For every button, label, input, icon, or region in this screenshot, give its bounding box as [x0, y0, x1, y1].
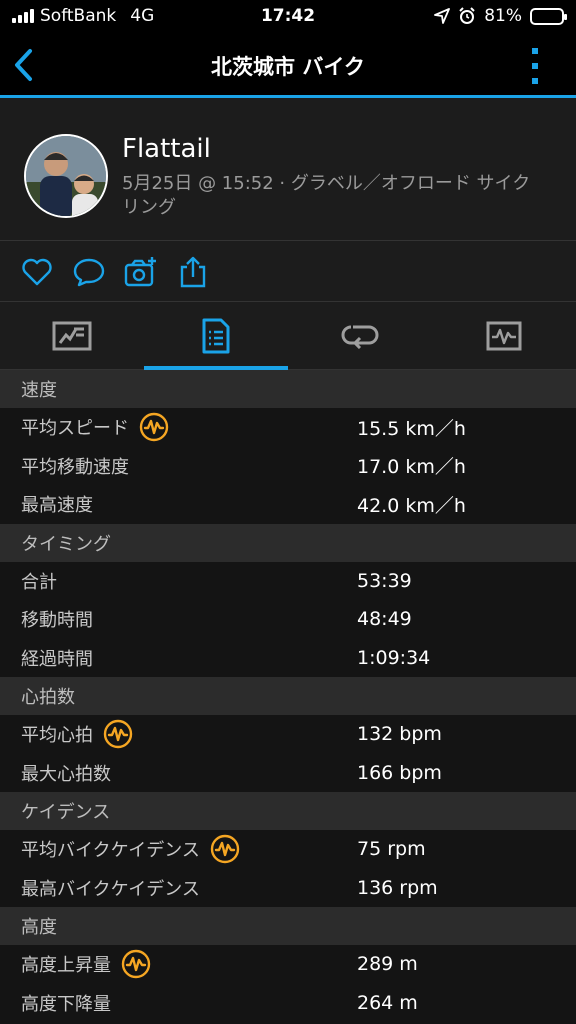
share-icon[interactable] — [176, 255, 210, 289]
stat-value: 17.0 km／h — [357, 456, 466, 479]
stat-label: 平均バイクケイデンス — [21, 834, 240, 864]
more-menu-button[interactable] — [532, 48, 540, 84]
stat-label-text: 移動時間 — [21, 610, 93, 632]
comment-icon[interactable] — [72, 255, 106, 289]
stat-label-text: 平均スピード — [21, 418, 129, 440]
connect-iq-badge-icon[interactable] — [121, 949, 151, 979]
more-dot-icon — [532, 78, 538, 84]
stat-value: 75 rpm — [357, 838, 426, 861]
laps-loop-icon — [341, 325, 379, 349]
map-overview-icon — [52, 321, 92, 351]
heart-icon[interactable] — [20, 255, 54, 289]
activity-meta: 5月25日 @ 15:52 · グラベル／オフロード サイクリング — [122, 173, 531, 218]
stat-value: 1:09:34 — [357, 646, 431, 669]
connect-iq-badge-icon[interactable] — [210, 834, 240, 864]
stat-row: 高度上昇量 289 m — [0, 945, 576, 984]
section-header: タイミング — [0, 523, 576, 562]
stat-row: 合計 53:39 — [0, 561, 576, 600]
stat-label: 最高バイクケイデンス — [21, 875, 200, 901]
stat-label: 高度下降量 — [21, 990, 111, 1016]
tab-charts[interactable] — [432, 302, 576, 370]
section-header: ケイデンス — [0, 792, 576, 830]
stat-row: 平均移動速度 17.0 km／h — [0, 446, 576, 485]
stat-value: 166 bpm — [357, 761, 442, 784]
stat-label-text: 高度上昇量 — [21, 955, 111, 977]
connect-iq-badge-icon[interactable] — [103, 719, 133, 749]
stat-label: 移動時間 — [21, 606, 93, 632]
stats-list: 速度平均スピード 15.5 km／h 平均移動速度 17.0 km／h 最高速度 42.0… — [0, 370, 576, 1022]
stat-label-text: 最大心拍数 — [21, 763, 111, 785]
stat-label-text: 平均心拍 — [21, 725, 93, 747]
stat-row: 高度下降量 264 m — [0, 983, 576, 1022]
stat-row: 最高速度 42.0 km／h — [0, 485, 576, 524]
section-header: 速度 — [0, 370, 576, 408]
stat-label-text: 平均バイクケイデンス — [21, 840, 200, 862]
stat-row: 平均心拍 132 bpm — [0, 715, 576, 754]
section-header: 高度 — [0, 907, 576, 945]
tab-stats[interactable] — [144, 302, 288, 370]
nav-bar: 北茨城市 バイク — [0, 34, 576, 98]
stat-label-text: 合計 — [21, 571, 57, 593]
stat-value: 264 m — [357, 991, 418, 1014]
chart-icon — [486, 321, 522, 351]
location-arrow-icon — [434, 8, 451, 24]
status-right: 81% — [434, 6, 567, 26]
stat-value: 289 m — [357, 953, 418, 976]
stat-label: 平均スピード — [21, 412, 169, 442]
connect-iq-badge-icon[interactable] — [139, 412, 169, 442]
user-name[interactable]: Flattail — [122, 134, 211, 164]
stat-label-text: 平均移動速度 — [21, 456, 129, 478]
activity-tabs — [0, 302, 576, 370]
stat-label-text: 高度下降量 — [21, 993, 111, 1015]
page-title: 北茨城市 バイク — [211, 55, 365, 79]
avatar[interactable] — [24, 134, 108, 218]
avatar-photo — [26, 136, 106, 216]
tab-laps[interactable] — [288, 302, 432, 370]
social-actions — [0, 241, 576, 302]
stat-value: 42.0 km／h — [357, 494, 466, 517]
stat-row: 最大心拍数 166 bpm — [0, 753, 576, 792]
stat-label: 最大心拍数 — [21, 760, 111, 786]
stat-label: 高度上昇量 — [21, 949, 151, 979]
more-dot-icon — [532, 48, 538, 54]
stat-row: 最高バイクケイデンス 136 rpm — [0, 868, 576, 907]
battery-icon — [530, 7, 567, 25]
stat-value: 136 rpm — [357, 876, 438, 899]
stat-value: 48:49 — [357, 608, 412, 631]
stat-row: 平均スピード 15.5 km／h — [0, 408, 576, 447]
stat-label: 経過時間 — [21, 645, 93, 671]
activity-header: Flattail 5月25日 @ 15:52 · グラベル／オフロード サイクリ… — [0, 98, 576, 241]
stat-row: 平均バイクケイデンス 75 rpm — [0, 830, 576, 869]
stats-list-icon — [202, 318, 230, 354]
section-header: 心拍数 — [0, 677, 576, 715]
tab-overview[interactable] — [0, 302, 144, 370]
stat-label-text: 経過時間 — [21, 648, 93, 670]
stat-label: 合計 — [21, 568, 57, 594]
battery-percent: 81% — [484, 6, 522, 26]
stat-label: 平均移動速度 — [21, 453, 129, 479]
stat-label-text: 最高速度 — [21, 495, 93, 517]
stat-value: 15.5 km／h — [357, 417, 466, 440]
stat-label-text: 最高バイクケイデンス — [21, 878, 200, 900]
more-dot-icon — [532, 63, 538, 69]
stat-label: 平均心拍 — [21, 719, 133, 749]
stat-row: 経過時間 1:09:34 — [0, 638, 576, 677]
stat-row: 移動時間 48:49 — [0, 600, 576, 639]
stat-value: 132 bpm — [357, 723, 442, 746]
status-bar: SoftBank 4G 17:42 81% — [0, 0, 576, 34]
camera-add-icon[interactable] — [124, 255, 158, 289]
stat-label: 最高速度 — [21, 491, 93, 517]
alarm-icon — [459, 7, 475, 24]
stat-value: 53:39 — [357, 569, 412, 592]
